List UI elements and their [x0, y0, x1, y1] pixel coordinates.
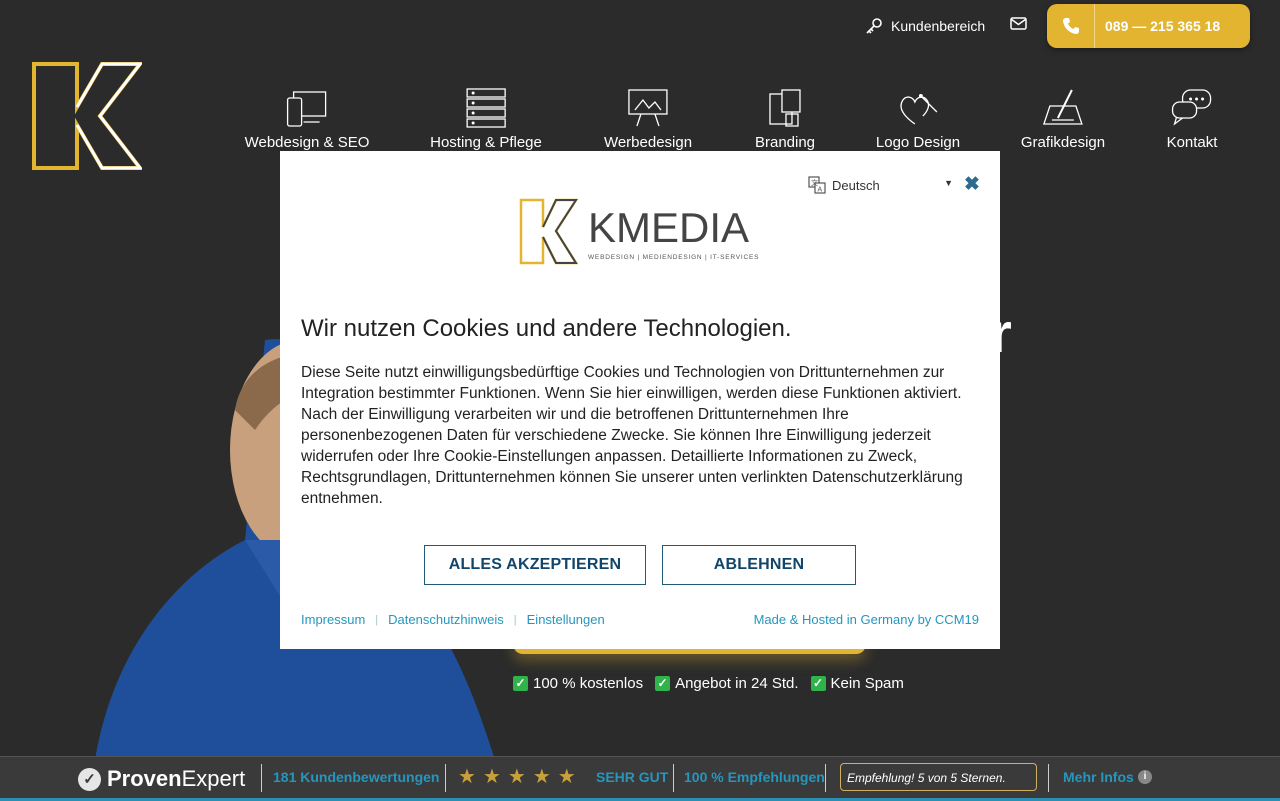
billboard-icon	[628, 89, 668, 127]
recommendation-bubble: Empfehlung! 5 von 5 Sternen.	[840, 763, 1037, 791]
checkmark-icon: ✓	[655, 676, 671, 691]
check-item: ✓ 100 % kostenlos	[513, 675, 643, 692]
devices-icon	[287, 91, 327, 127]
rating-stars: ★ ★ ★ ★ ★	[458, 767, 576, 787]
svg-text:A: A	[818, 187, 823, 194]
cookie-consent-modal: 文A Deutsch ▼ ✖ KMEDIA WEBDESIGN | MEDIEN…	[280, 151, 1000, 649]
recommendations: 100 % Empfehlungen	[684, 769, 825, 785]
divider	[1048, 764, 1049, 792]
nav-label: Kontakt	[1166, 134, 1218, 151]
check-item: ✓ Angebot in 24 Std.	[655, 675, 799, 692]
brand-icon	[769, 89, 801, 127]
site-logo[interactable]	[32, 62, 142, 170]
logo-tagline: WEBDESIGN | MEDIENDESIGN | IT-SERVICES	[588, 254, 759, 261]
nav-label: Werbedesign	[603, 134, 693, 151]
star-icon: ★	[458, 766, 476, 788]
chat-icon	[1172, 89, 1212, 126]
nav-label: Hosting & Pflege	[430, 134, 542, 151]
checkmark-icon: ✓	[513, 676, 528, 691]
phone-number: 089 — 215 365 18	[1105, 18, 1221, 34]
divider	[673, 764, 674, 792]
language-value: Deutsch	[832, 177, 880, 193]
divider	[261, 764, 262, 792]
made-in-germany-link[interactable]: Made & Hosted in Germany by CCM19	[754, 612, 979, 627]
modal-footer-links: Impressum | Datenschutzhinweis | Einstel…	[301, 612, 605, 627]
hero-checklist: ✓ 100 % kostenlos ✓ Angebot in 24 Std. ✓ Ke…	[513, 675, 904, 692]
modal-title: Wir nutzen Cookies und andere Technologi…	[301, 315, 792, 342]
modal-body: Diese Seite nutzt einwilligungsbedürftig…	[301, 364, 963, 507]
phone-icon	[1047, 4, 1095, 48]
mail-link[interactable]	[1010, 17, 1027, 30]
nav-label: Logo Design	[875, 134, 961, 151]
kundenbereich-link[interactable]: Kundenbereich	[865, 17, 985, 35]
star-icon: ★	[557, 766, 576, 788]
kmedia-logo: KMEDIA WEBDESIGN | MEDIENDESIGN | IT-SER…	[519, 198, 759, 265]
more-info-link[interactable]: Mehr Infos	[1063, 769, 1134, 785]
phone-button[interactable]: 089 — 215 365 18	[1047, 4, 1250, 48]
divider	[445, 764, 446, 792]
datenschutz-link[interactable]: Datenschutzhinweis	[388, 612, 504, 627]
impressum-link[interactable]: Impressum	[301, 612, 365, 627]
nav-label: Branding	[754, 134, 816, 151]
einstellungen-link[interactable]: Einstellungen	[527, 612, 605, 627]
nav-item-hosting[interactable]: Hosting & Pflege	[430, 88, 542, 151]
mail-icon	[1010, 17, 1027, 30]
nav-item-branding[interactable]: Branding	[755, 88, 815, 151]
language-select[interactable]: 文A Deutsch ▼	[808, 175, 953, 195]
key-icon	[866, 18, 882, 34]
nav-label: Grafikdesign	[1020, 134, 1106, 151]
link-separator: |	[375, 613, 379, 626]
checkmark-icon: ✓	[810, 676, 826, 691]
check-item: ✓ Kein Spam	[810, 675, 904, 692]
reject-button[interactable]: ABLEHNEN	[662, 545, 856, 585]
star-icon: ★	[532, 766, 551, 788]
accept-all-button[interactable]: ALLES AKZEPTIEREN	[424, 545, 646, 585]
review-count[interactable]: 181 Kundenbewertungen	[273, 769, 439, 785]
nav-item-logo-design[interactable]: Logo Design	[876, 88, 960, 151]
nav-item-werbedesign[interactable]: Werbedesign	[604, 88, 692, 151]
star-icon: ★	[507, 766, 526, 788]
close-icon[interactable]: ✖	[964, 173, 980, 196]
checkmark-badge-icon: ✓	[78, 767, 101, 791]
server-icon	[466, 88, 506, 128]
heart-pen-icon	[900, 94, 938, 125]
proven-expert-logo[interactable]: ✓ ProvenExpert	[78, 766, 245, 792]
info-icon[interactable]: i	[1138, 770, 1152, 784]
nav-item-webdesign[interactable]: Webdesign & SEO	[244, 88, 370, 151]
nav-label: Webdesign & SEO	[244, 134, 370, 151]
kundenbereich-label: Kundenbereich	[891, 18, 986, 34]
translate-icon: 文A	[808, 176, 826, 194]
star-icon: ★	[482, 766, 501, 788]
proven-expert-bar[interactable]: ✓ ProvenExpert 181 Kundenbewertungen ★ ★…	[0, 756, 1280, 801]
divider	[825, 764, 826, 792]
tablet-pen-icon	[1043, 89, 1083, 125]
nav-item-grafikdesign[interactable]: Grafikdesign	[1021, 88, 1105, 151]
nav-item-kontakt[interactable]: Kontakt	[1166, 88, 1218, 151]
rating-label: SEHR GUT	[596, 769, 669, 785]
link-separator: |	[513, 613, 517, 626]
chevron-down-icon: ▼	[944, 178, 953, 188]
logo-wordmark: KMEDIA	[588, 204, 749, 251]
